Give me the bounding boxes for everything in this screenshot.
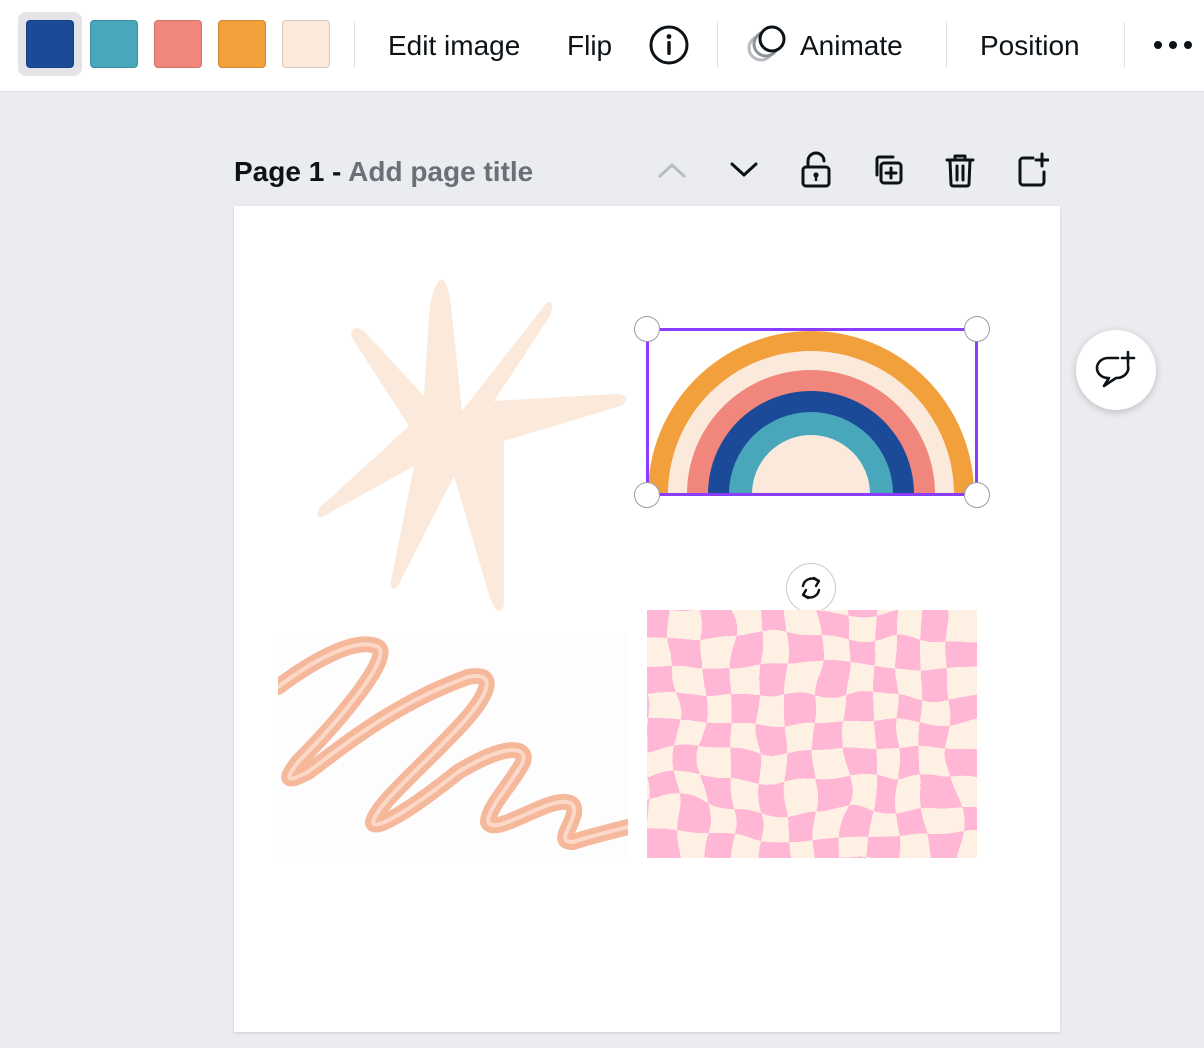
page-title-separator: -: [324, 156, 349, 187]
editor-toolbar: Edit image Flip Animate Position: [0, 0, 1204, 92]
selection-box: [646, 328, 978, 496]
swatch-fill: [282, 20, 330, 68]
add-comment-button[interactable]: [1076, 330, 1156, 410]
starburst-shape[interactable]: [314, 276, 634, 616]
toolbar-divider: [717, 22, 718, 68]
swatch-fill: [218, 20, 266, 68]
add-page-icon[interactable]: [1010, 146, 1054, 194]
toolbar-divider: [1124, 22, 1125, 68]
color-swatch-cream[interactable]: [274, 12, 338, 76]
page-title-input[interactable]: Add page title: [348, 156, 533, 187]
position-button[interactable]: Position: [980, 24, 1080, 68]
edit-image-button[interactable]: Edit image: [388, 24, 520, 68]
color-swatch-salmon[interactable]: [146, 12, 210, 76]
lock-icon[interactable]: [794, 146, 838, 194]
checkerboard-pattern[interactable]: [647, 610, 977, 858]
color-swatch-orange[interactable]: [210, 12, 274, 76]
page-header: Page 1 - Add page title: [234, 150, 533, 194]
scribble-graphic[interactable]: [278, 632, 628, 862]
flip-button[interactable]: Flip: [567, 24, 612, 68]
animate-icon[interactable]: [744, 20, 794, 68]
move-page-down-icon[interactable]: [722, 146, 766, 194]
rotate-icon: [801, 576, 821, 600]
swatch-fill: [90, 20, 138, 68]
info-icon[interactable]: [648, 24, 690, 66]
resize-handle-top-right[interactable]: [964, 316, 990, 342]
toolbar-divider: [946, 22, 947, 68]
color-swatch-teal[interactable]: [82, 12, 146, 76]
color-swatch-dark-blue[interactable]: [18, 12, 82, 76]
rotate-handle[interactable]: [786, 563, 836, 613]
resize-handle-bottom-left[interactable]: [634, 482, 660, 508]
resize-handle-bottom-right[interactable]: [964, 482, 990, 508]
toolbar-divider: [354, 22, 355, 68]
design-canvas[interactable]: [234, 206, 1060, 1032]
swatch-fill: [154, 20, 202, 68]
add-comment-icon: [1095, 350, 1136, 388]
delete-page-icon[interactable]: [938, 146, 982, 194]
duplicate-page-icon[interactable]: [866, 146, 910, 194]
page-number: Page 1: [234, 156, 325, 187]
move-page-up-icon[interactable]: [650, 146, 694, 194]
animate-button[interactable]: Animate: [800, 24, 903, 68]
more-icon[interactable]: [1148, 28, 1198, 62]
swatch-fill: [26, 20, 74, 68]
resize-handle-top-left[interactable]: [634, 316, 660, 342]
